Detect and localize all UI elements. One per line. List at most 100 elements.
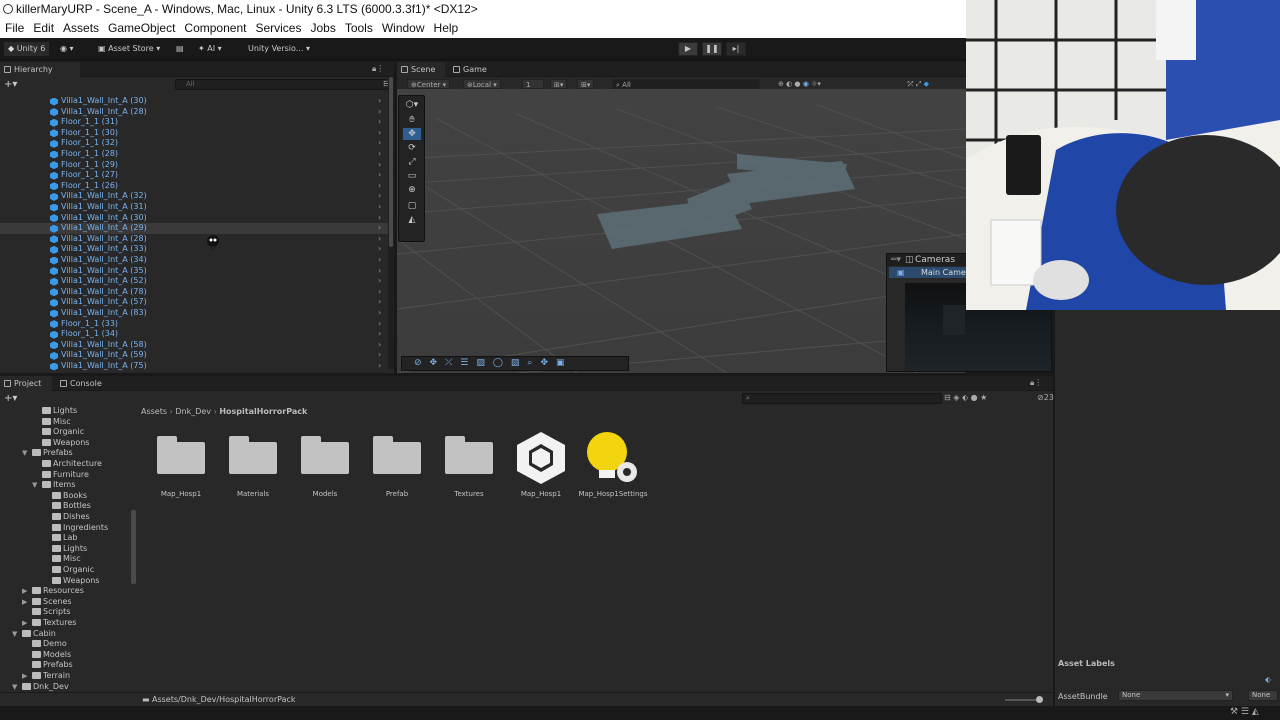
expand-toggle-icon[interactable]: ▶ [22, 618, 32, 629]
tab-project[interactable]: Project [0, 376, 52, 391]
hierarchy-row[interactable]: Villa1_Wall_Int_A (57) › [0, 297, 390, 308]
asset-item[interactable]: Map_Hosp1 [145, 430, 217, 500]
prefab-open-arrow-icon[interactable]: › [378, 128, 381, 139]
folder-tree-item[interactable]: Organic [42, 565, 94, 576]
grid-snap-input[interactable]: 1 [522, 79, 544, 89]
menu-tools[interactable]: Tools [340, 19, 377, 38]
prefab-open-arrow-icon[interactable]: › [378, 138, 381, 149]
hierarchy-row[interactable]: Villa1_Wall_Int_A (29) › [0, 223, 390, 234]
pause-button[interactable]: ❚❚ [702, 42, 722, 56]
tab-hierarchy[interactable]: Hierarchy [0, 62, 80, 77]
menu-file[interactable]: File [0, 19, 28, 38]
draw-mode-icons[interactable]: ⊕ ◐ ● ◉ ☼▾ [775, 79, 824, 89]
prefab-open-arrow-icon[interactable]: › [378, 255, 381, 266]
hierarchy-row[interactable]: Villa1_Wall_Int_A (30) › [0, 213, 390, 224]
asset-bundle-dropdown[interactable]: None ▾ [1118, 690, 1233, 701]
folder-tree-item[interactable]: Weapons [42, 576, 99, 587]
hierarchy-row[interactable]: Floor_1_1 (27) › [0, 170, 390, 181]
folder-tree-item[interactable]: Misc [32, 417, 71, 428]
menu-gameobject[interactable]: GameObject [103, 19, 179, 38]
hierarchy-row[interactable]: Floor_1_1 (28) › [0, 149, 390, 160]
folder-tree-item[interactable]: ▼ Cabin [12, 629, 56, 640]
menu-services[interactable]: Services [250, 19, 305, 38]
hierarchy-scroll-thumb[interactable] [389, 77, 393, 247]
hierarchy-row[interactable]: Villa1_Wall_Int_A (28) › [0, 234, 390, 245]
gizmo-icons[interactable]: ⤱ ⤢ ◆ [905, 79, 932, 89]
folder-tree-item[interactable]: Models [22, 650, 71, 661]
expand-toggle-icon[interactable]: ▶ [22, 597, 32, 608]
prefab-open-arrow-icon[interactable]: › [378, 117, 381, 128]
hierarchy-row[interactable]: Villa1_Wall_Int_A (52) › [0, 276, 390, 287]
asset-item[interactable]: Prefab [361, 430, 433, 500]
hierarchy-row[interactable]: Villa1_Wall_Int_A (32) › [0, 191, 390, 202]
project-filter-icons[interactable]: ⊟ ◈ ⬖ ● ★ [944, 393, 987, 402]
prefab-open-arrow-icon[interactable]: › [378, 266, 381, 277]
folder-tree-item[interactable]: Bottles [42, 501, 91, 512]
folder-tree-item[interactable]: Lights [42, 544, 87, 555]
hierarchy-row[interactable]: Floor_1_1 (31) › [0, 117, 390, 128]
folder-tree-item[interactable]: ▶ Textures [22, 618, 76, 629]
drag-handle-icon[interactable]: ═▾ [891, 254, 901, 266]
hierarchy-scrollbar[interactable] [388, 77, 394, 369]
expand-toggle-icon[interactable]: ▼ [22, 448, 32, 459]
ai-button[interactable]: ✦ AI ▾ [198, 42, 222, 56]
hierarchy-row[interactable]: Villa1_Wall_Int_A (33) › [0, 244, 390, 255]
asset-store-button[interactable]: ▣ Asset Store ▾ [98, 42, 160, 56]
tab-console[interactable]: Console [56, 376, 108, 391]
folder-tree-item[interactable]: ▶ Resources [22, 586, 84, 597]
prefab-open-arrow-icon[interactable]: › [378, 350, 381, 361]
folder-tree-item[interactable]: Books [42, 491, 87, 502]
unity-account-button[interactable]: ◆ Unity 6 [4, 42, 50, 56]
folder-tree-item[interactable]: Ingredients [42, 523, 108, 534]
hierarchy-row[interactable]: Villa1_Wall_Int_A (78) › [0, 287, 390, 298]
prefab-open-arrow-icon[interactable]: › [378, 234, 381, 245]
create-button[interactable]: +▾ [4, 79, 17, 90]
prefab-open-arrow-icon[interactable]: › [378, 107, 381, 118]
folder-tree-item[interactable]: Furniture [32, 470, 89, 481]
tab-scene[interactable]: Scene [397, 62, 445, 77]
move-tool-icon[interactable]: ✥ [403, 128, 421, 140]
folder-tree-item[interactable]: Architecture [32, 459, 102, 470]
hierarchy-row[interactable]: Floor_1_1 (26) › [0, 181, 390, 192]
menu-help[interactable]: Help [429, 19, 463, 38]
zoom-slider-thumb[interactable] [1036, 696, 1043, 703]
account-icon[interactable]: ◉ ▾ [60, 42, 74, 56]
hierarchy-row[interactable]: Floor_1_1 (29) › [0, 160, 390, 171]
asset-item[interactable]: Map_Hosp1 [505, 430, 577, 500]
hierarchy-row[interactable]: Villa1_Wall_Int_A (75) › [0, 361, 390, 372]
folder-tree-item[interactable]: ▼ Prefabs [22, 448, 73, 459]
space-dropdown[interactable]: ⊛Local ▾ [463, 79, 501, 89]
folder-tree-item[interactable]: ▼ Items [32, 480, 75, 491]
folder-tree-item[interactable]: ▼ Dnk_Dev [12, 682, 69, 693]
project-search-input[interactable]: ⌕ [742, 393, 942, 404]
project-create-button[interactable]: +▾ [4, 393, 17, 404]
folder-tree-item[interactable]: Dishes [42, 512, 90, 523]
expand-toggle-icon[interactable]: ▼ [12, 682, 22, 693]
hierarchy-row[interactable]: Floor_1_1 (30) › [0, 128, 390, 139]
breadcrumb-hospitalhorrorpack[interactable]: HospitalHorrorPack [219, 407, 307, 416]
prefab-open-arrow-icon[interactable]: › [378, 213, 381, 224]
hierarchy-search-input[interactable]: All [175, 79, 388, 90]
probe-tool-icon[interactable]: ◭ [403, 214, 421, 226]
prefab-open-arrow-icon[interactable]: › [378, 319, 381, 330]
folder-tree-item[interactable]: ▶ Scenes [22, 597, 72, 608]
rect-tool-icon[interactable]: ▭ [403, 170, 421, 182]
hierarchy-row[interactable]: Floor_1_1 (32) › [0, 138, 390, 149]
asset-item[interactable]: Map_Hosp1Settings [577, 430, 649, 500]
tab-game[interactable]: Game [449, 62, 493, 77]
prefab-open-arrow-icon[interactable]: › [378, 287, 381, 298]
unity-version-control-button[interactable]: Unity Versio... ▾ [248, 42, 310, 56]
zoom-slider[interactable] [1005, 699, 1039, 701]
prefab-open-arrow-icon[interactable]: › [378, 276, 381, 287]
asset-item[interactable]: Textures [433, 430, 505, 500]
breadcrumb-dnk-dev[interactable]: Dnk_Dev [175, 407, 211, 416]
rotate-tool-icon[interactable]: ⟳ [403, 142, 421, 154]
prefab-open-arrow-icon[interactable]: › [378, 170, 381, 181]
breadcrumb-assets[interactable]: Assets [141, 407, 167, 416]
prefab-open-arrow-icon[interactable]: › [378, 361, 381, 372]
hierarchy-row[interactable]: Villa1_Wall_Int_A (31) › [0, 202, 390, 213]
menu-component[interactable]: Component [179, 19, 250, 38]
prefab-open-arrow-icon[interactable]: › [378, 223, 381, 234]
asset-variant-dropdown[interactable]: None [1248, 690, 1278, 701]
folder-tree-item[interactable]: Prefabs [22, 660, 73, 671]
